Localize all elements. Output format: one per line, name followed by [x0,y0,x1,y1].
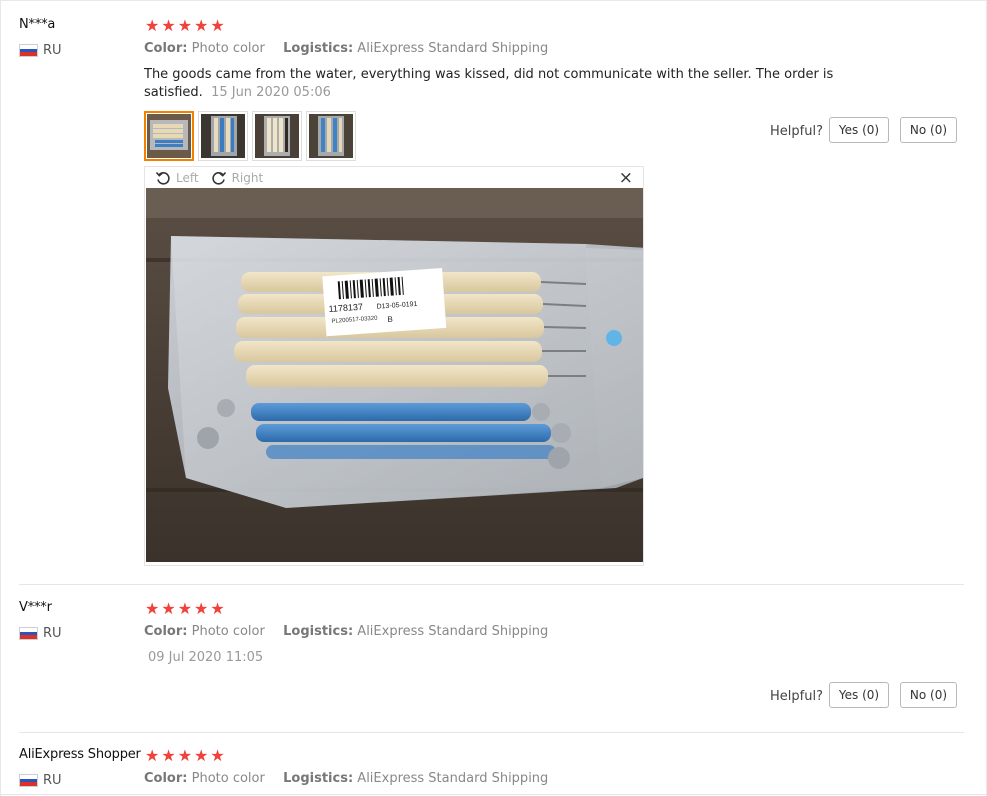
logistics-label: Logistics: [283,624,354,639]
order-attributes: Color: Photo color Logistics: AliExpress… [144,771,548,786]
photo-thumbnail[interactable] [252,111,302,161]
star-icon: ★ [194,16,209,35]
russia-flag-icon [19,44,38,57]
star-icon: ★ [161,16,176,35]
star-icon: ★ [177,746,193,765]
bottom-border [0,794,987,795]
color-label: Color: [144,771,188,786]
color-value: Photo color [191,771,265,786]
country-code: RU [43,43,62,58]
review-date: 09 Jul 2020 11:05 [148,650,264,665]
star-icon: ★ [194,746,209,765]
logistics-value: AliExpress Standard Shipping [357,41,549,56]
photo-thumbnail[interactable] [306,111,356,161]
logistics-value: AliExpress Standard Shipping [357,771,549,786]
review-divider [19,732,964,733]
logistics-value: AliExpress Standard Shipping [357,624,549,639]
star-rating: ★ ★ ★ ★ ★ [145,18,225,34]
russia-flag-icon [19,627,38,640]
photo-viewer-toolbar: Left Right × [145,167,643,188]
rotate-right-label: Right [231,170,264,185]
helpful-no-button[interactable]: No (0) [900,117,957,143]
logistics-label: Logistics: [283,771,354,786]
review-photo-thumbnails [144,111,356,161]
russia-flag-icon [19,774,38,787]
star-icon: ★ [194,599,209,618]
star-rating: ★ ★ ★ ★ ★ [145,748,225,764]
reviewer-name: V***r [19,600,52,615]
review-text: The goods came from the water, everythin… [144,66,864,102]
photo-thumbnail[interactable] [198,111,248,161]
helpful-label: Helpful? [770,689,823,704]
star-icon: ★ [177,599,193,618]
reviewer-country: RU [19,626,62,641]
star-icon: ★ [145,16,160,35]
reviewer-name: N***a [19,17,56,32]
star-icon: ★ [210,599,225,618]
color-label: Color: [144,624,188,639]
order-attributes: Color: Photo color Logistics: AliExpress… [144,41,548,56]
star-rating: ★ ★ ★ ★ ★ [145,601,225,617]
review-text: 09 Jul 2020 11:05 [148,649,868,667]
country-code: RU [43,773,62,788]
helpful-label: Helpful? [770,124,823,139]
star-icon: ★ [145,746,160,765]
photo-thumbnail[interactable] [144,111,194,161]
photo-viewer: Left Right × 1178137 D13-05-0191 PL20051… [144,166,644,566]
rotate-right-button[interactable]: Right [211,170,264,186]
reviewer-country: RU [19,773,62,788]
order-attributes: Color: Photo color Logistics: AliExpress… [144,624,548,639]
review-photo: 1178137 D13-05-0191 PL200517-03320 B [146,188,643,562]
star-icon: ★ [145,599,160,618]
country-code: RU [43,626,62,641]
label-letter: B [387,315,393,324]
review-divider [19,584,964,585]
color-value: Photo color [191,41,265,56]
helpful-no-button[interactable]: No (0) [900,682,957,708]
reviewer-name: AliExpress Shopper [19,747,141,762]
rotate-left-label: Left [176,170,199,185]
reviewer-country: RU [19,43,62,58]
rotate-left-button[interactable]: Left [155,170,199,186]
rotate-right-icon [211,171,226,185]
close-icon[interactable]: × [619,168,633,188]
star-icon: ★ [210,746,225,765]
helpful-yes-button[interactable]: Yes (0) [829,117,889,143]
star-icon: ★ [161,599,176,618]
color-label: Color: [144,41,188,56]
star-icon: ★ [177,16,193,35]
helpful-yes-button[interactable]: Yes (0) [829,682,889,708]
star-icon: ★ [161,746,176,765]
logistics-label: Logistics: [283,41,354,56]
rotate-left-icon [155,171,170,185]
star-icon: ★ [210,16,225,35]
color-value: Photo color [191,624,265,639]
review-date: 15 Jun 2020 05:06 [211,85,331,100]
